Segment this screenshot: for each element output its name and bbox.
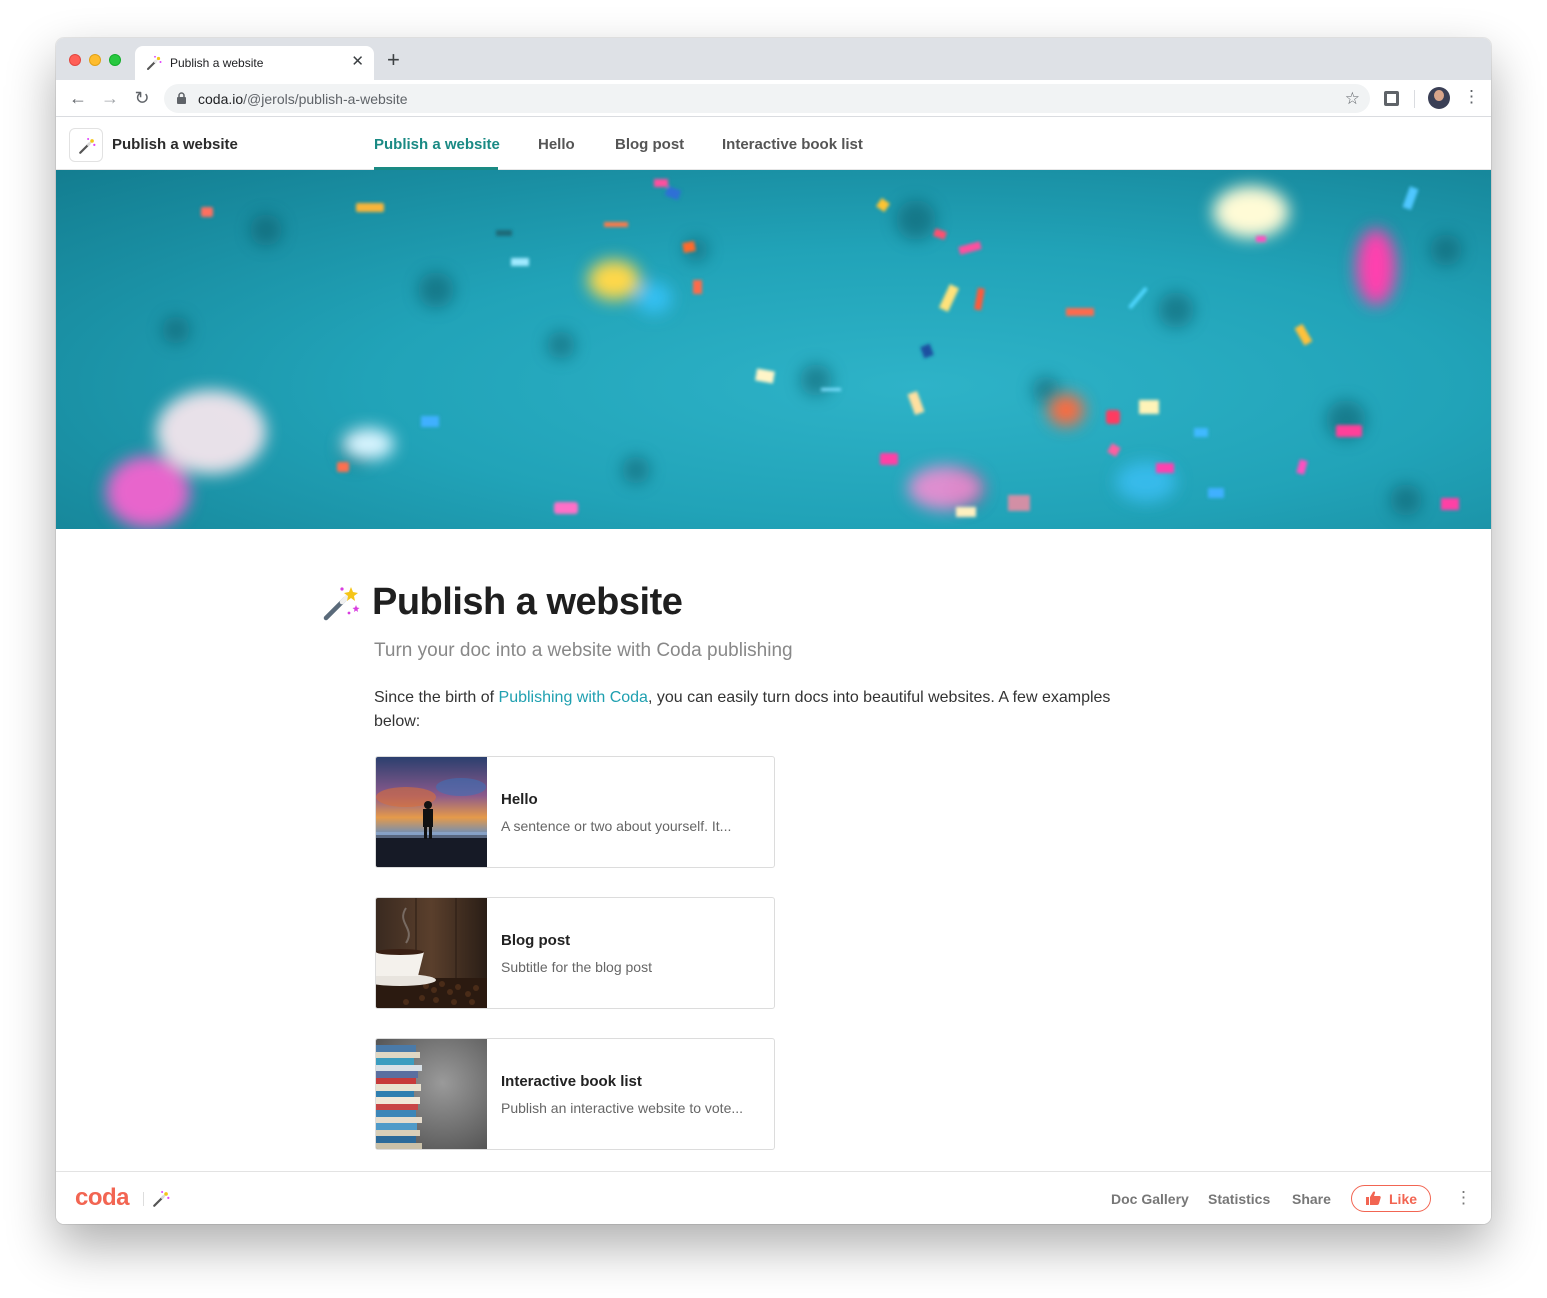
forward-button[interactable]: →	[100, 88, 120, 108]
browser-tab[interactable]: Publish a website ✕	[135, 46, 374, 80]
new-tab-button[interactable]: +	[387, 49, 400, 71]
magic-wand-icon	[323, 587, 360, 621]
address-bar[interactable]: coda.io/@jerols/publish-a-website ☆	[164, 84, 1370, 113]
extension-icon[interactable]	[1384, 91, 1399, 106]
publish-footer: coda Doc Gallery Statistics Share Like ⋮	[56, 1171, 1491, 1224]
doc-name[interactable]: Publish a website	[112, 136, 238, 153]
like-button[interactable]: Like	[1351, 1185, 1431, 1212]
doc-logo[interactable]	[69, 128, 103, 162]
confetti-image	[106, 179, 1462, 528]
zoom-window-button[interactable]	[109, 54, 121, 66]
tab-title: Publish a website	[170, 56, 264, 70]
page-title: Publish a website	[372, 581, 683, 623]
close-window-button[interactable]	[69, 54, 81, 66]
back-button[interactable]: ←	[68, 88, 88, 108]
card-hello[interactable]: Hello A sentence or two about yourself. …	[375, 756, 775, 868]
tab-interactive-book-list[interactable]: Interactive book list	[722, 136, 863, 153]
browser-window: Publish a website ✕ + ← → ↻ coda.io/@jer…	[56, 38, 1491, 1224]
page-subtitle: Turn your doc into a website with Coda p…	[374, 640, 793, 661]
card-title: Interactive book list	[501, 1073, 642, 1090]
tab-blog-post[interactable]: Blog post	[615, 136, 684, 153]
card-title: Hello	[501, 791, 538, 808]
card-thumbnail	[376, 1039, 487, 1149]
coda-logo[interactable]: coda	[75, 1184, 130, 1212]
footer-divider	[143, 1192, 144, 1206]
share-link[interactable]: Share	[1292, 1191, 1331, 1207]
more-options-icon[interactable]: ⋮	[1455, 1188, 1472, 1208]
publishing-with-coda-link[interactable]: Publishing with Coda	[499, 689, 648, 706]
card-interactive-book-list[interactable]: Interactive book list Publish an interac…	[375, 1038, 775, 1150]
like-label: Like	[1389, 1191, 1418, 1207]
card-thumbnail	[376, 757, 487, 867]
doc-header: Publish a website Publish a website Hell…	[56, 118, 1491, 170]
thumbs-up-icon	[1366, 1191, 1381, 1205]
browser-menu-icon[interactable]: ⋮	[1463, 87, 1480, 107]
statistics-link[interactable]: Statistics	[1208, 1191, 1270, 1207]
card-description: Subtitle for the blog post	[501, 959, 652, 975]
profile-avatar[interactable]	[1428, 87, 1450, 109]
card-blog-post[interactable]: Blog post Subtitle for the blog post	[375, 897, 775, 1009]
toolbar-divider	[1414, 90, 1415, 108]
minimize-window-button[interactable]	[89, 54, 101, 66]
magic-wand-icon	[153, 1191, 170, 1207]
url-text: coda.io/@jerols/publish-a-website	[198, 91, 408, 107]
card-description: Publish an interactive website to vote..…	[501, 1100, 744, 1116]
doc-gallery-link[interactable]: Doc Gallery	[1111, 1191, 1189, 1207]
hero-banner	[56, 170, 1491, 529]
tab-strip: Publish a website ✕ +	[56, 38, 1491, 80]
reload-button[interactable]: ↻	[132, 88, 152, 108]
intro-paragraph: Since the birth of Publishing with Coda,…	[374, 689, 1111, 730]
browser-toolbar: ← → ↻ coda.io/@jerols/publish-a-website …	[56, 80, 1491, 117]
card-description: A sentence or two about yourself. It...	[501, 818, 732, 834]
close-tab-icon[interactable]: ✕	[351, 54, 364, 70]
tab-hello[interactable]: Hello	[538, 136, 575, 153]
magic-wand-icon	[79, 138, 96, 154]
card-thumbnail	[376, 898, 487, 1008]
lock-icon	[177, 92, 186, 104]
tab-publish-a-website[interactable]: Publish a website	[374, 136, 500, 153]
bookmark-star-icon[interactable]: ☆	[1345, 89, 1360, 109]
magic-wand-icon	[147, 55, 162, 70]
card-title: Blog post	[501, 932, 571, 949]
